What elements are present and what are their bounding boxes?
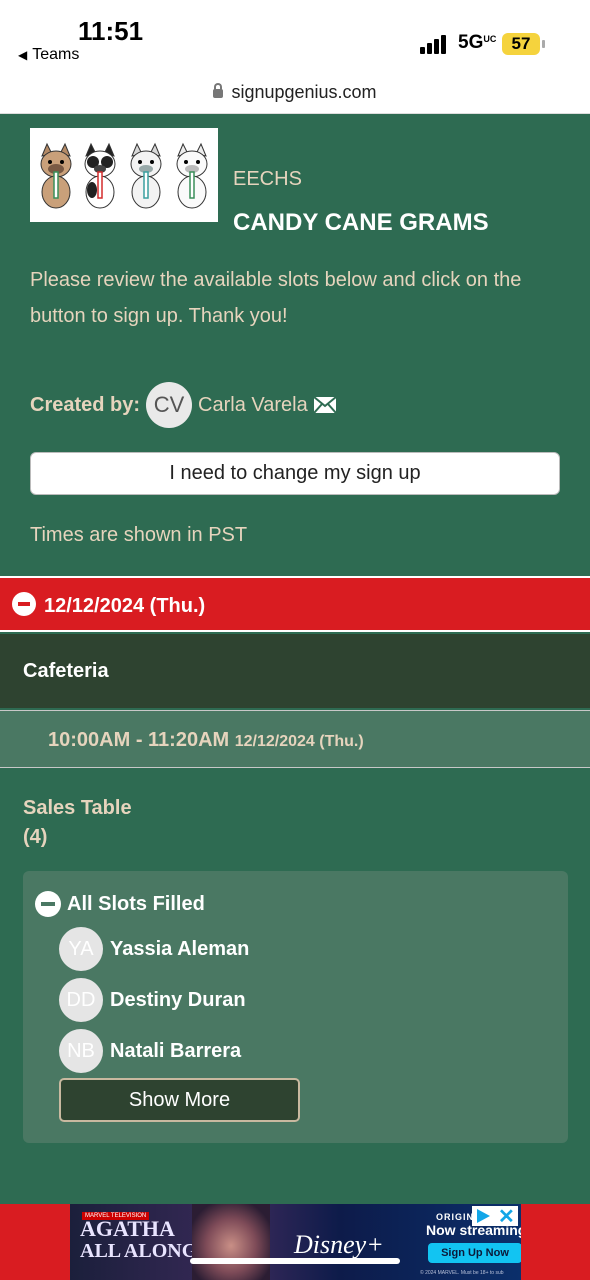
time-date-label: 12/12/2024 (Thu.): [234, 733, 364, 750]
bulldog-black-white-icon: [84, 142, 116, 209]
back-app-label: Teams: [32, 46, 80, 63]
cellular-signal-icon: [420, 34, 450, 54]
adchoices-icon[interactable]: [477, 1209, 490, 1223]
collapse-date-icon[interactable]: [12, 592, 36, 616]
slot-count: (4): [23, 826, 48, 848]
change-signup-button[interactable]: I need to change my sign up: [30, 452, 560, 495]
date-label: 12/12/2024 (Thu.): [44, 595, 206, 617]
date-header[interactable]: 12/12/2024 (Thu.): [0, 576, 590, 632]
ad-signup-button[interactable]: Sign Up Now: [428, 1243, 521, 1263]
lock-icon: [213, 83, 224, 98]
ad-image: [192, 1204, 270, 1280]
status-time: 11:51: [78, 16, 144, 46]
avatar: YA: [59, 927, 103, 971]
ad-logo: Disney+: [294, 1230, 384, 1259]
browser-url-bar[interactable]: signupgenius.com: [0, 72, 590, 114]
slots-filled-label: All Slots Filled: [67, 892, 205, 915]
timezone-note: Times are shown in PST: [30, 524, 248, 546]
event-logo: [30, 128, 218, 222]
creator-avatar: CV: [146, 382, 193, 428]
page-title: CANDY CANE GRAMS: [233, 209, 489, 236]
created-by-row: Created by: CV Carla Varela: [30, 382, 336, 428]
back-to-app-link[interactable]: ◀ Teams: [18, 46, 79, 64]
status-bar: 11:51 ◀ Teams 5GUC 57: [0, 0, 590, 72]
url-text: signupgenius.com: [231, 82, 377, 102]
ad-choices-close[interactable]: ✕: [472, 1204, 518, 1229]
person-name: Destiny Duran: [110, 988, 246, 1011]
back-triangle-icon: ◀: [18, 48, 28, 62]
network-indicator: 5GUC: [458, 32, 497, 53]
intro-text: Please review the available slots below …: [30, 269, 522, 327]
bulldog-fawn-icon: [40, 142, 72, 209]
slot-name: Sales Table: [23, 797, 132, 819]
email-icon[interactable]: [313, 397, 336, 413]
home-indicator[interactable]: [190, 1258, 400, 1264]
show-more-button[interactable]: Show More: [59, 1078, 300, 1122]
created-by-label: Created by:: [30, 393, 141, 416]
organization-name: EECHS: [233, 168, 302, 190]
battery-icon: 57: [502, 33, 545, 55]
list-item: YA Yassia Aleman: [59, 927, 249, 971]
time-slot-header: 10:00AM - 11:20AM 12/12/2024 (Thu.): [0, 710, 590, 768]
person-name: Natali Barrera: [110, 1039, 242, 1062]
bulldog-grey-icon: [130, 142, 162, 209]
location-header: Cafeteria: [0, 634, 590, 708]
location-label: Cafeteria: [23, 660, 109, 682]
slots-filled-toggle[interactable]: All Slots Filled: [35, 891, 205, 917]
list-item: NB Natali Barrera: [59, 1029, 241, 1073]
slot-title: Sales Table (4): [23, 794, 132, 852]
ad-banner[interactable]: MARVEL TELEVISION AGATHA ALL ALONG Disne…: [70, 1204, 521, 1280]
slot-card: All Slots Filled YA Yassia Aleman DD Des…: [23, 871, 568, 1143]
close-icon[interactable]: ✕: [498, 1204, 515, 1229]
person-name: Yassia Aleman: [110, 937, 250, 960]
collapse-filled-icon[interactable]: [35, 891, 61, 917]
creator-name: Carla Varela: [198, 393, 308, 416]
avatar: DD: [59, 978, 103, 1022]
ad-legal-text: © 2024 MARVEL. Must be 18+ to sub: [420, 1270, 504, 1276]
time-range-label: 10:00AM - 11:20AM: [48, 729, 230, 751]
ad-title: AGATHA ALL ALONG: [80, 1216, 198, 1263]
avatar: NB: [59, 1029, 103, 1073]
bulldog-white-icon: [176, 142, 208, 209]
ad-banner-bar: MARVEL TELEVISION AGATHA ALL ALONG Disne…: [0, 1204, 590, 1280]
list-item: DD Destiny Duran: [59, 978, 246, 1022]
